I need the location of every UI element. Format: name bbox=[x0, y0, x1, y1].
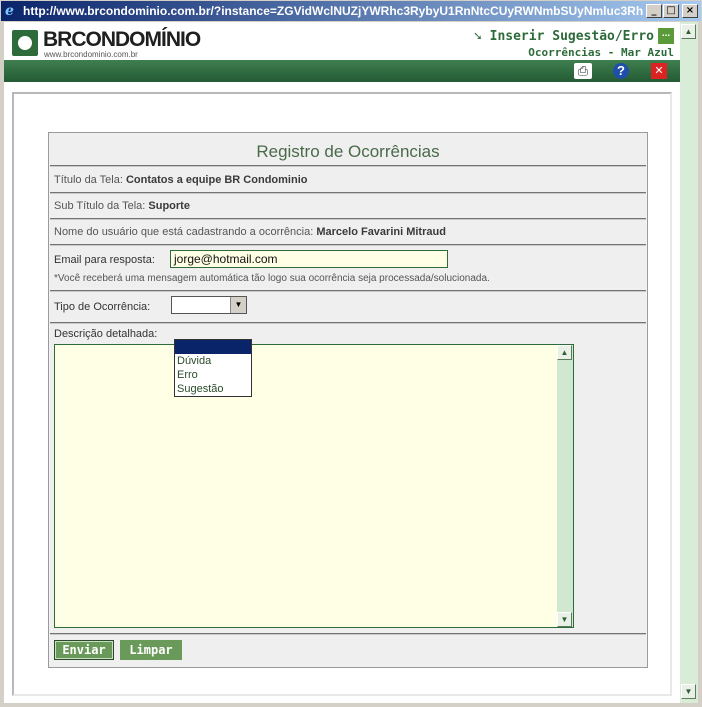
description-label: Descrição detalhada: bbox=[54, 328, 158, 340]
form-title-row: Registro de Ocorrências bbox=[50, 133, 646, 167]
sub-title-value: Suporte bbox=[148, 200, 190, 212]
window-title: http://www.brcondominio.com.br/?instance… bbox=[23, 4, 643, 18]
page-scrollbar[interactable]: ▲ ▼ bbox=[680, 22, 698, 703]
email-label: Email para resposta: bbox=[54, 254, 155, 266]
email-field[interactable]: jorge@hotmail.com bbox=[170, 250, 448, 268]
print-icon[interactable]: ⎙ bbox=[574, 63, 592, 79]
page-subtitle: Ocorrências - Mar Azul bbox=[528, 46, 674, 59]
textarea-scrollbar[interactable]: ▲ ▼ bbox=[557, 345, 573, 627]
logo-url: www.brcondominio.com.br bbox=[44, 50, 138, 59]
sub-title-row: Sub Título da Tela: Suporte bbox=[50, 194, 646, 220]
type-dropdown-list[interactable]: Dúvida Erro Sugestão bbox=[174, 339, 252, 397]
close-window-button[interactable]: × bbox=[682, 4, 698, 18]
dropdown-option-sugestao[interactable]: Sugestão bbox=[175, 382, 251, 396]
email-note: *Você receberá uma mensagem automática t… bbox=[54, 273, 490, 284]
page-title-text: Inserir Sugestão/Erro bbox=[489, 29, 654, 44]
more-button[interactable]: ... bbox=[658, 28, 674, 44]
logo-mark-icon bbox=[12, 30, 38, 56]
toolbar: ⎙ ? ✕ bbox=[4, 60, 680, 82]
screen-title-row: Título da Tela: Contatos a equipe BR Con… bbox=[50, 168, 646, 194]
send-button[interactable]: Enviar bbox=[54, 640, 114, 660]
type-row: Tipo de Ocorrência: ▼ bbox=[50, 292, 646, 324]
screen-title-label: Título da Tela: bbox=[54, 174, 123, 186]
arrow-down-right-icon: ➘ bbox=[473, 29, 482, 44]
minimize-button[interactable]: _ bbox=[646, 4, 662, 18]
user-label: Nome do usuário que está cadastrando a o… bbox=[54, 226, 314, 238]
type-label: Tipo de Ocorrência: bbox=[54, 301, 151, 313]
help-icon[interactable]: ? bbox=[613, 63, 629, 79]
dropdown-option-empty[interactable] bbox=[175, 340, 251, 354]
email-row: Email para resposta: jorge@hotmail.com *… bbox=[50, 246, 646, 292]
logo-name: BRCONDOMÍNIO bbox=[43, 28, 201, 51]
page-scroll-up-icon[interactable]: ▲ bbox=[681, 24, 696, 39]
page-title: ➘ Inserir Sugestão/Erro bbox=[474, 29, 654, 44]
dropdown-option-duvida[interactable]: Dúvida bbox=[175, 354, 251, 368]
user-value: Marcelo Favarini Mitraud bbox=[316, 226, 446, 238]
form-title: Registro de Ocorrências bbox=[256, 142, 440, 161]
actions-row: Enviar Limpar bbox=[50, 635, 646, 667]
scroll-down-icon[interactable]: ▼ bbox=[557, 612, 572, 627]
type-select[interactable]: ▼ bbox=[171, 296, 247, 314]
sub-title-label: Sub Título da Tela: bbox=[54, 200, 146, 212]
window-titlebar: e http://www.brcondominio.com.br/?instan… bbox=[0, 0, 702, 22]
page-scroll-down-icon[interactable]: ▼ bbox=[681, 684, 696, 699]
brand-logo[interactable]: BRCONDOMÍNIO www.brcondominio.com.br bbox=[10, 28, 201, 59]
chevron-down-icon[interactable]: ▼ bbox=[230, 297, 246, 313]
screen-title-value: Contatos a equipe BR Condominio bbox=[125, 174, 308, 186]
close-icon[interactable]: ✕ bbox=[651, 63, 667, 79]
occurrence-form: Registro de Ocorrências Título da Tela: … bbox=[48, 132, 648, 668]
scroll-up-icon[interactable]: ▲ bbox=[557, 345, 572, 360]
description-row: Descrição detalhada: ▲ ▼ bbox=[50, 324, 646, 635]
description-textarea[interactable]: ▲ ▼ bbox=[54, 344, 574, 628]
clear-button[interactable]: Limpar bbox=[120, 640, 182, 660]
user-row: Nome do usuário que está cadastrando a o… bbox=[50, 220, 646, 246]
maximize-button[interactable]: □ bbox=[663, 4, 679, 18]
dropdown-option-erro[interactable]: Erro bbox=[175, 368, 251, 382]
browser-icon: e bbox=[5, 3, 14, 19]
page-content: BRCONDOMÍNIO www.brcondominio.com.br ➘ In… bbox=[4, 22, 680, 703]
